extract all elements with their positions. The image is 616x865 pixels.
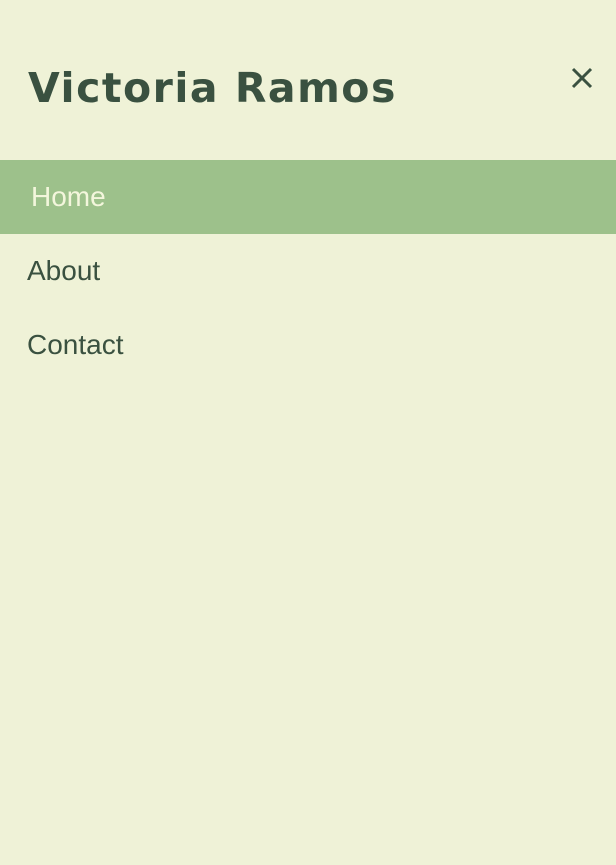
mobile-menu-panel: Victoria Ramos Home About Contact: [0, 0, 616, 865]
nav-item-home[interactable]: Home: [0, 160, 616, 234]
nav-item-contact[interactable]: Contact: [0, 308, 616, 382]
site-title[interactable]: Victoria Ramos: [28, 62, 397, 114]
close-menu-button[interactable]: [564, 60, 600, 96]
nav-item-label: Home: [31, 181, 106, 212]
close-icon: [571, 67, 593, 89]
main-navigation: Home About Contact: [0, 160, 616, 382]
nav-item-label: Contact: [27, 329, 124, 360]
nav-item-about[interactable]: About: [0, 234, 616, 308]
nav-item-label: About: [27, 255, 101, 286]
